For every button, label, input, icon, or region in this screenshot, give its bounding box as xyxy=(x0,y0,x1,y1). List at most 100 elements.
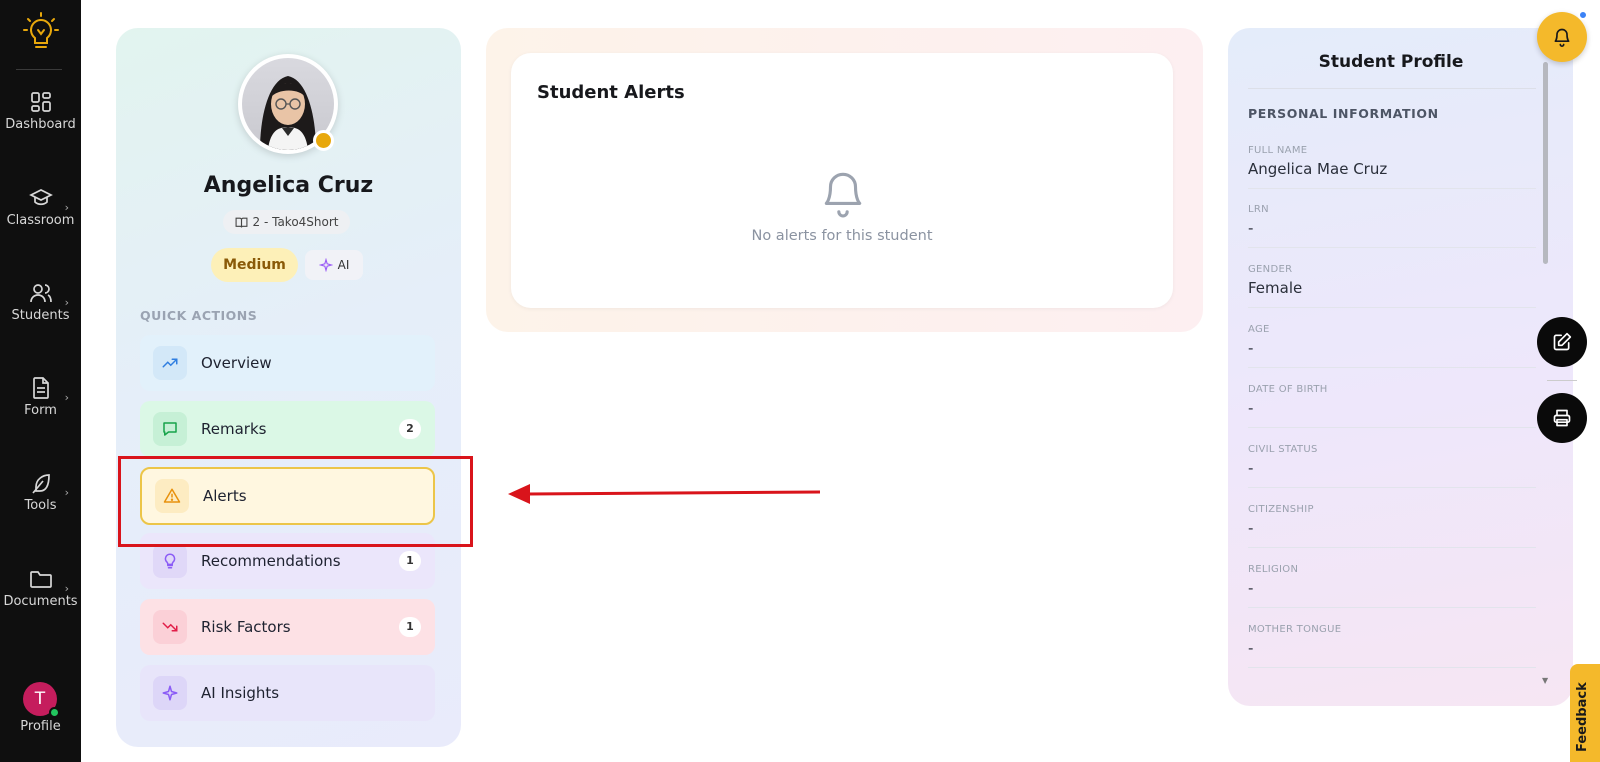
chevron-right-icon: › xyxy=(64,391,69,404)
field-label: DATE OF BIRTH xyxy=(1248,384,1328,395)
sparkles-icon xyxy=(318,258,333,272)
nav-item-label: Classroom xyxy=(6,213,75,228)
bell-icon xyxy=(1554,28,1570,47)
printer-icon xyxy=(1553,409,1571,427)
edit-icon xyxy=(1553,332,1572,351)
chevron-right-icon: › xyxy=(64,486,69,499)
field-label: LRN xyxy=(1248,204,1269,215)
section-label: 2 - Tako4Short xyxy=(252,215,339,229)
field-value: - xyxy=(1248,399,1254,417)
personal-information-heading: PERSONAL INFORMATION xyxy=(1248,106,1439,121)
app-logo-icon[interactable] xyxy=(22,12,60,54)
annotation-arrow-icon xyxy=(508,484,821,504)
nav-item-form[interactable]: Form › xyxy=(0,376,81,418)
edit-button[interactable] xyxy=(1537,317,1587,367)
nav-item-profile[interactable]: Profile xyxy=(0,719,81,734)
field-value: - xyxy=(1248,579,1254,597)
nav-divider xyxy=(16,69,62,70)
notification-dot xyxy=(1578,10,1588,20)
divider xyxy=(1248,427,1536,428)
feedback-label[interactable]: Feedback xyxy=(1575,682,1590,752)
divider xyxy=(1248,667,1536,668)
field-value: - xyxy=(1248,219,1254,237)
print-button[interactable] xyxy=(1537,393,1587,443)
annotation-highlight-box xyxy=(118,456,473,547)
nav-item-students[interactable]: Students › xyxy=(0,281,81,323)
risk-status-dot xyxy=(313,130,334,151)
quick-action-label: AI Insights xyxy=(201,684,280,702)
nav-item-label: Form xyxy=(24,403,57,418)
alerts-panel-title: Student Alerts xyxy=(537,82,685,103)
field-label: MOTHER TONGUE xyxy=(1248,624,1342,635)
profile-field-date-of-birth: DATE OF BIRTH - xyxy=(1248,384,1536,428)
risk-level-badge: Medium xyxy=(211,248,298,282)
quick-action-ai-insights[interactable]: AI Insights xyxy=(140,665,435,721)
divider xyxy=(1248,88,1536,89)
ai-label: AI xyxy=(337,258,350,272)
profile-field-religion: RELIGION - xyxy=(1248,564,1536,608)
count-badge: 2 xyxy=(399,419,421,439)
lightbulb-icon xyxy=(153,544,187,578)
profile-field-gender: GENDER Female xyxy=(1248,264,1536,308)
profile-field-citizenship: CITIZENSHIP - xyxy=(1248,504,1536,548)
section-badge: 2 - Tako4Short xyxy=(223,210,350,234)
field-label: AGE xyxy=(1248,324,1270,335)
field-label: FULL NAME xyxy=(1248,145,1308,156)
scroll-down-arrow-icon[interactable]: ▼ xyxy=(1542,676,1548,685)
sparkles-icon xyxy=(153,676,187,710)
profile-field-lrn: LRN - xyxy=(1248,204,1536,248)
quick-action-label: Overview xyxy=(201,354,272,372)
field-label: GENDER xyxy=(1248,264,1293,275)
nav-item-label: Students xyxy=(11,308,70,323)
dashboard-grid-icon xyxy=(30,92,51,112)
field-value: - xyxy=(1248,639,1254,657)
divider xyxy=(1248,247,1536,248)
field-value: - xyxy=(1248,519,1254,537)
document-icon xyxy=(32,377,49,399)
chevron-right-icon: › xyxy=(64,296,69,309)
quick-action-label: Risk Factors xyxy=(201,618,291,636)
profile-scrollbar[interactable] xyxy=(1543,62,1548,264)
nav-item-label: Dashboard xyxy=(5,117,76,132)
notifications-button[interactable] xyxy=(1537,12,1587,62)
profile-panel-title: Student Profile xyxy=(1318,52,1464,72)
message-icon xyxy=(153,412,187,446)
field-value: - xyxy=(1248,339,1254,357)
bell-icon xyxy=(824,172,862,218)
ai-badge[interactable]: AI xyxy=(305,250,363,280)
field-value: - xyxy=(1248,459,1254,477)
no-alerts-message: No alerts for this student xyxy=(751,228,933,244)
divider xyxy=(1248,487,1536,488)
chevron-right-icon: › xyxy=(64,582,69,595)
quick-action-remarks[interactable]: Remarks 2 xyxy=(140,401,435,457)
profile-field-mother-tongue: MOTHER TONGUE - xyxy=(1248,624,1536,668)
quick-action-label: Recommendations xyxy=(201,552,341,570)
online-status-dot xyxy=(49,707,60,718)
book-icon xyxy=(235,217,247,227)
nav-item-dashboard[interactable]: Dashboard xyxy=(0,90,81,132)
count-badge: 1 xyxy=(399,617,421,637)
divider xyxy=(1248,547,1536,548)
nav-item-documents[interactable]: Documents › xyxy=(0,567,81,609)
nav-item-label: Documents xyxy=(3,594,78,609)
quick-action-overview[interactable]: Overview xyxy=(140,335,435,391)
quick-action-risk-factors[interactable]: Risk Factors 1 xyxy=(140,599,435,655)
nav-item-label: Tools xyxy=(24,498,57,513)
student-name: Angelica Cruz xyxy=(203,173,374,198)
quick-actions-title: QUICK ACTIONS xyxy=(140,308,258,323)
count-badge: 1 xyxy=(399,551,421,571)
folder-icon xyxy=(29,571,52,588)
chevron-right-icon: › xyxy=(64,201,69,214)
feather-icon xyxy=(31,474,50,494)
trending-up-icon xyxy=(153,346,187,380)
field-label: RELIGION xyxy=(1248,564,1299,575)
field-value: Angelica Mae Cruz xyxy=(1248,160,1388,178)
profile-field-age: AGE - xyxy=(1248,324,1536,368)
field-label: CITIZENSHIP xyxy=(1248,504,1314,515)
divider xyxy=(1248,188,1536,189)
profile-field-civil-status: CIVIL STATUS - xyxy=(1248,444,1536,488)
divider xyxy=(1248,367,1536,368)
nav-item-tools[interactable]: Tools › xyxy=(0,471,81,513)
quick-action-label: Remarks xyxy=(201,420,267,438)
nav-item-classroom[interactable]: Classroom › xyxy=(0,186,81,228)
